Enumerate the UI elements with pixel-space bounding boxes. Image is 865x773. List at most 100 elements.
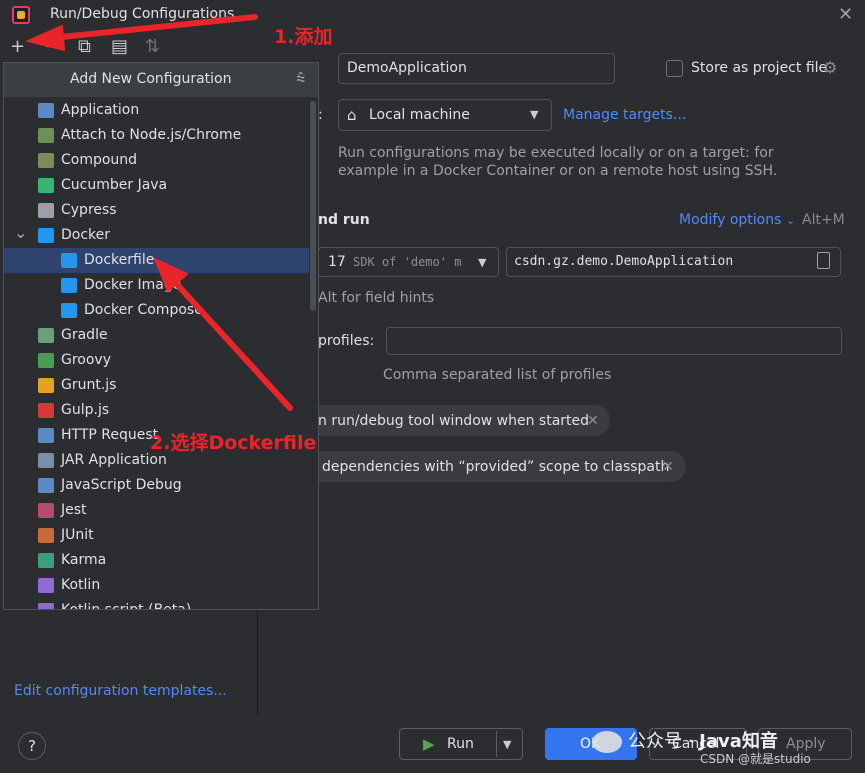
home-icon: ⌂: [347, 106, 357, 124]
browse-file-icon[interactable]: [817, 252, 830, 269]
modify-options-shortcut: Alt+M: [802, 212, 845, 228]
docker-icon: [61, 278, 77, 293]
config-type-label: Application: [61, 102, 140, 118]
run-target-hint-line2: example in a Docker Container or on a re…: [338, 163, 778, 179]
kotlin-icon: [38, 578, 54, 593]
configuration-name-input[interactable]: DemoApplication: [338, 53, 615, 84]
config-type-label: Docker Compose: [84, 302, 203, 318]
config-type-label: Attach to Node.js/Chrome: [61, 127, 242, 143]
config-type-label: Gulp.js: [61, 402, 110, 418]
remove-icon[interactable]: −: [44, 36, 59, 57]
groovy-icon: [38, 353, 54, 368]
config-type-item[interactable]: ⌄ Docker: [4, 223, 309, 248]
store-as-project-file-label: Store as project file: [691, 60, 828, 76]
close-icon[interactable]: ✕: [838, 4, 853, 25]
config-type-label: Cucumber Java: [61, 177, 168, 193]
compound-icon: [38, 153, 54, 168]
config-type-item[interactable]: Docker Compose: [4, 298, 309, 323]
chevron-down-icon: ▼: [478, 256, 487, 269]
copy-icon[interactable]: ⧉: [78, 36, 91, 57]
config-type-item[interactable]: Kotlin: [4, 573, 309, 598]
gradle-icon: [38, 328, 54, 343]
folder-icon[interactable]: ▤: [111, 36, 128, 57]
config-type-label: Docker Image: [84, 277, 182, 293]
config-type-label: Compound: [61, 152, 138, 168]
cypress-icon: [38, 203, 54, 218]
config-type-item[interactable]: Kotlin script (Beta): [4, 598, 309, 610]
chevron-down-icon[interactable]: ⌄: [14, 223, 27, 242]
config-type-item[interactable]: Cypress: [4, 198, 309, 223]
config-type-label: Gradle: [61, 327, 108, 343]
config-type-item[interactable]: Groovy: [4, 348, 309, 373]
field-hints-text: Alt for field hints: [318, 290, 435, 306]
config-type-item[interactable]: Jest: [4, 498, 309, 523]
edit-configuration-templates-link[interactable]: Edit configuration templates...: [14, 683, 227, 699]
application-icon: [38, 103, 54, 118]
gear-icon[interactable]: ⚙: [823, 58, 837, 77]
config-type-item[interactable]: Cucumber Java: [4, 173, 309, 198]
close-icon[interactable]: ✕: [662, 459, 674, 475]
store-as-project-file-checkbox[interactable]: [666, 60, 683, 77]
config-type-label: Jest: [61, 502, 87, 518]
intellij-app-icon: [12, 6, 30, 24]
config-type-label: JavaScript Debug: [61, 477, 182, 493]
config-type-label: Docker: [61, 227, 111, 243]
chevron-down-icon: ▼: [530, 108, 539, 121]
active-profiles-input[interactable]: [386, 327, 842, 355]
manage-targets-link[interactable]: Manage targets...: [563, 107, 686, 123]
js-debug-icon: [38, 478, 54, 493]
help-button[interactable]: ?: [18, 732, 46, 760]
csdn-watermark: CSDN @就是studio: [700, 752, 811, 766]
junit-icon: [38, 528, 54, 543]
config-type-item[interactable]: Grunt.js: [4, 373, 309, 398]
chevron-down-icon: ⌄: [785, 214, 796, 227]
active-profiles-label: profiles:: [318, 333, 375, 349]
docker-icon: [61, 303, 77, 318]
config-type-item[interactable]: JUnit: [4, 523, 309, 548]
wechat-watermark-name: Java知音: [699, 731, 778, 752]
modify-options-link[interactable]: Modify options ⌄: [679, 212, 795, 228]
config-type-item[interactable]: Compound: [4, 148, 309, 173]
collapse-all-icon[interactable]: ⩯: [296, 69, 305, 89]
config-type-label: Kotlin: [61, 577, 101, 593]
config-type-label: Karma: [61, 552, 107, 568]
kotlin-icon: [38, 603, 54, 609]
config-type-item[interactable]: Gradle: [4, 323, 309, 348]
config-type-item[interactable]: Gulp.js: [4, 398, 309, 423]
popup-scrollbar[interactable]: [310, 101, 316, 311]
config-type-label: Grunt.js: [61, 377, 117, 393]
sort-icon[interactable]: ⇅: [145, 36, 160, 57]
nodejs-icon: [38, 128, 54, 143]
run-target-value: Local machine: [369, 107, 470, 123]
jar-icon: [38, 453, 54, 468]
popup-title: Add New Configuration: [70, 71, 232, 87]
cucumber-icon: [38, 178, 54, 193]
config-type-item[interactable]: Dockerfile: [4, 248, 309, 273]
docker-icon: [61, 253, 77, 268]
annotation-step2: 2.选择Dockerfile: [150, 432, 317, 454]
karma-icon: [38, 553, 54, 568]
close-icon[interactable]: ✕: [587, 413, 599, 429]
config-type-item[interactable]: Karma: [4, 548, 309, 573]
add-icon[interactable]: +: [10, 36, 25, 57]
build-and-run-section-title: nd run: [318, 212, 370, 228]
profiles-hint: Comma separated list of profiles: [383, 367, 612, 383]
config-type-label: Kotlin script (Beta): [61, 602, 192, 610]
annotation-step1: 1.添加: [274, 26, 333, 48]
main-class-value: csdn.gz.demo.DemoApplication: [514, 254, 734, 269]
config-type-item[interactable]: Attach to Node.js/Chrome: [4, 123, 309, 148]
http-icon: [38, 428, 54, 443]
config-type-item[interactable]: Application: [4, 98, 309, 123]
config-type-item[interactable]: JavaScript Debug: [4, 473, 309, 498]
provided-scope-option-label: dependencies with “provided” scope to cl…: [322, 459, 670, 475]
jdk-description: SDK of 'demo' m: [345, 255, 462, 269]
wechat-logo-icon: [592, 731, 622, 753]
open-tool-window-option-label: n run/debug tool window when started: [318, 413, 590, 429]
chevron-down-icon[interactable]: ▼: [503, 738, 511, 751]
config-type-label: Dockerfile: [84, 252, 155, 268]
docker-icon: [38, 228, 54, 243]
config-type-item[interactable]: Docker Image: [4, 273, 309, 298]
run-button-divider: [496, 731, 497, 757]
run-target-hint-line1: Run configurations may be executed local…: [338, 145, 774, 161]
gulp-icon: [38, 403, 54, 418]
